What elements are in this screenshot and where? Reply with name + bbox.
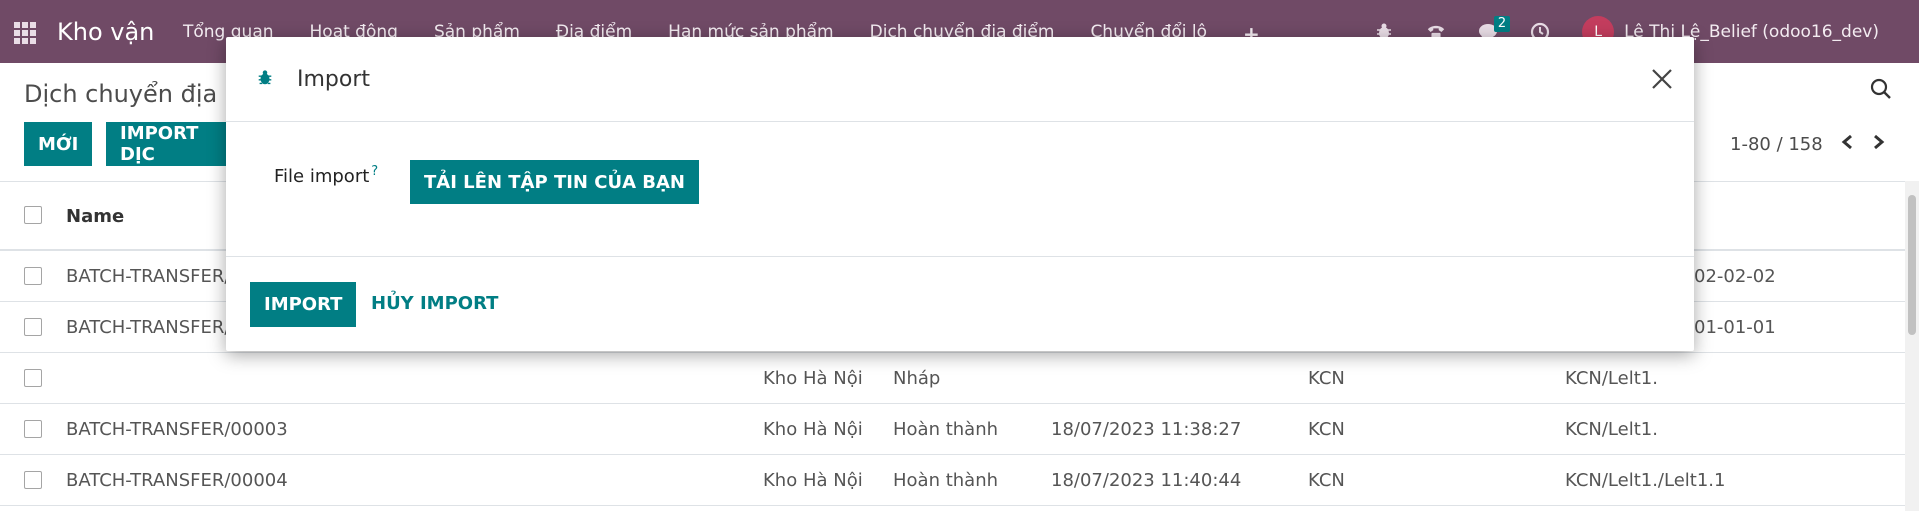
cell-zone: KCN bbox=[1308, 368, 1345, 389]
row-checkbox[interactable] bbox=[24, 318, 42, 336]
help-tooltip-icon[interactable]: ? bbox=[371, 164, 378, 179]
cell-zone: KCN bbox=[1308, 419, 1345, 440]
table-row[interactable]: BATCH-TRANSFER/00003 Kho Hà Nội Hoàn thà… bbox=[0, 404, 1919, 455]
upload-file-button[interactable]: TẢI LÊN TẬP TIN CỦA BẠN bbox=[410, 160, 699, 204]
list-scrollbar[interactable] bbox=[1905, 181, 1919, 511]
row-checkbox[interactable] bbox=[24, 471, 42, 489]
cell-location: KCN/Lelt1. bbox=[1565, 419, 1658, 440]
cell-warehouse: Kho Hà Nội bbox=[763, 419, 863, 440]
pager-next-icon[interactable] bbox=[1868, 130, 1890, 154]
cell-location: 01-01-01 bbox=[1694, 317, 1776, 338]
scrollbar-thumb[interactable] bbox=[1908, 195, 1916, 335]
dialog-body: File import? TẢI LÊN TẬP TIN CỦA BẠN bbox=[226, 122, 1694, 257]
dialog-title: Import bbox=[297, 67, 371, 92]
cell-name: BATCH-TRANSFER/00004 bbox=[66, 470, 288, 491]
cell-warehouse: Kho Hà Nội bbox=[763, 470, 863, 491]
pager-previous-icon[interactable] bbox=[1836, 130, 1858, 154]
page-title: Dịch chuyển địa đ bbox=[24, 80, 241, 108]
select-all-checkbox[interactable] bbox=[24, 206, 42, 224]
cell-state: Nháp bbox=[893, 368, 941, 389]
dialog-footer: IMPORT HỦY IMPORT bbox=[226, 257, 1694, 351]
import-button[interactable]: IMPORT bbox=[250, 282, 357, 327]
new-button[interactable]: MỚI bbox=[24, 122, 93, 166]
cancel-import-button[interactable]: HỦY IMPORT bbox=[371, 293, 498, 314]
cell-state: Hoàn thành bbox=[893, 470, 999, 491]
row-checkbox[interactable] bbox=[24, 420, 42, 438]
import-transfers-button[interactable]: IMPORT DỊC bbox=[106, 122, 232, 166]
cell-name: BATCH-TRANSFER/ bbox=[66, 317, 231, 338]
table-row[interactable]: BATCH-TRANSFER/00004 Kho Hà Nội Hoàn thà… bbox=[0, 455, 1919, 506]
row-checkbox[interactable] bbox=[24, 369, 42, 387]
app-name[interactable]: Kho vận bbox=[57, 18, 154, 46]
cell-state: Hoàn thành bbox=[893, 419, 999, 440]
column-header-name[interactable]: Name bbox=[66, 206, 124, 227]
close-icon[interactable] bbox=[1648, 65, 1676, 93]
chat-badge: 2 bbox=[1493, 15, 1511, 32]
file-import-label: File import? bbox=[274, 164, 378, 187]
cell-name: BATCH-TRANSFER/00003 bbox=[66, 419, 288, 440]
cell-location: 02-02-02 bbox=[1694, 266, 1776, 287]
cell-zone: KCN bbox=[1308, 470, 1345, 491]
apps-menu-icon[interactable] bbox=[14, 22, 36, 44]
row-checkbox[interactable] bbox=[24, 267, 42, 285]
table-row[interactable]: Kho Hà Nội Nháp KCN KCN/Lelt1. bbox=[0, 353, 1919, 404]
file-import-label-text: File import bbox=[274, 166, 370, 187]
cell-location: KCN/Lelt1./Lelt1.1 bbox=[1565, 470, 1726, 491]
cell-location: KCN/Lelt1. bbox=[1565, 368, 1658, 389]
debug-bug-icon bbox=[256, 69, 274, 91]
import-dialog: Import File import? TẢI LÊN TẬP TIN CỦA … bbox=[226, 37, 1694, 351]
pager-value[interactable]: 1-80 / 158 bbox=[1730, 134, 1823, 155]
dialog-header: Import bbox=[226, 37, 1694, 122]
cell-date: 18/07/2023 11:38:27 bbox=[1051, 419, 1242, 440]
cell-warehouse: Kho Hà Nội bbox=[763, 368, 863, 389]
cell-name: BATCH-TRANSFER/ bbox=[66, 266, 231, 287]
cell-date: 18/07/2023 11:40:44 bbox=[1051, 470, 1242, 491]
search-icon[interactable] bbox=[1870, 78, 1892, 104]
